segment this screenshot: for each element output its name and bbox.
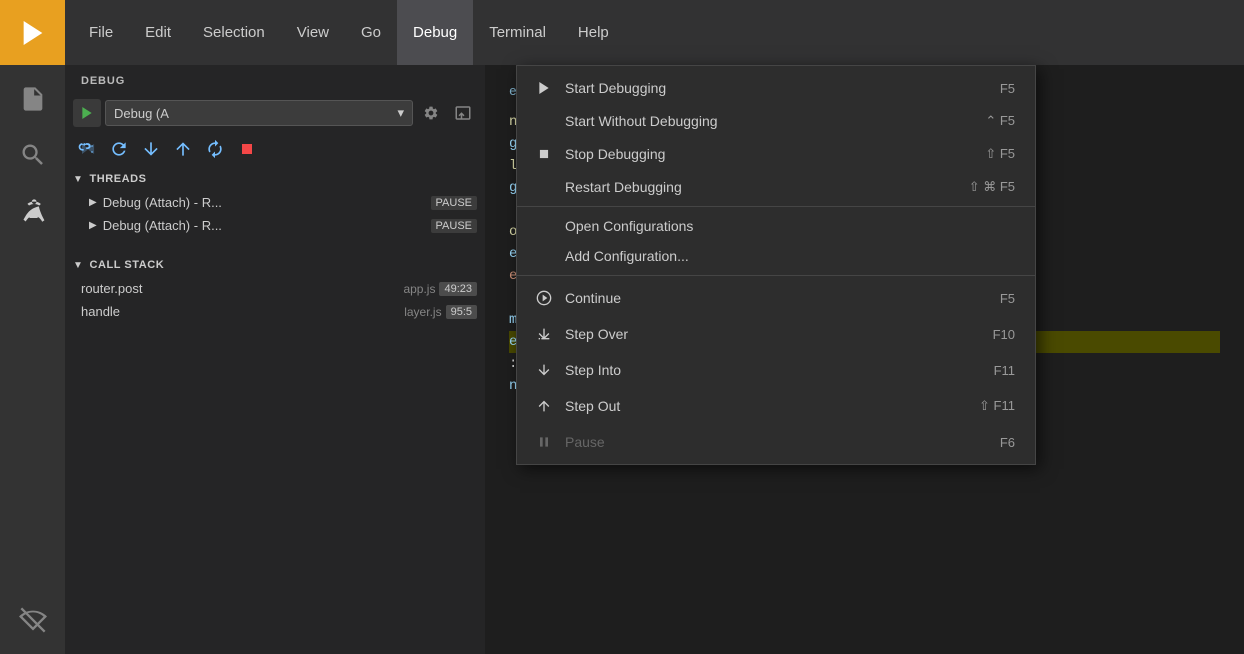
- pause-menu-icon: [533, 431, 555, 453]
- menu-step-out[interactable]: Step Out ⇧ F11: [517, 388, 1035, 424]
- menu-restart-debugging-label: Restart Debugging: [565, 179, 945, 195]
- menu-step-out-shortcut: ⇧ F11: [979, 398, 1015, 414]
- menu-start-without-debugging[interactable]: Start Without Debugging ⌃ F5: [517, 106, 1035, 136]
- menu-open-configurations-label: Open Configurations: [565, 218, 991, 234]
- menu-separator-1: [517, 206, 1035, 207]
- menu-add-configuration-label: Add Configuration...: [565, 248, 991, 264]
- menu-start-debugging-label: Start Debugging: [565, 80, 976, 96]
- menu-pause-label: Pause: [565, 434, 976, 450]
- stop-square-icon: [537, 147, 551, 161]
- step-over-menu-icon: [533, 323, 555, 345]
- menu-pause[interactable]: Pause F6: [517, 424, 1035, 460]
- play-icon: [536, 80, 552, 96]
- menu-step-into-label: Step Into: [565, 362, 970, 378]
- menu-pause-shortcut: F6: [1000, 435, 1015, 450]
- menu-start-debugging-shortcut: F5: [1000, 81, 1015, 96]
- debug-dropdown-menu: Start Debugging F5 Start Without Debuggi…: [516, 65, 1036, 465]
- step-into-down-icon: [536, 362, 552, 378]
- menu-step-over[interactable]: Step Over F10: [517, 316, 1035, 352]
- menu-continue[interactable]: Continue F5: [517, 280, 1035, 316]
- menu-step-into[interactable]: Step Into F11: [517, 352, 1035, 388]
- menu-step-over-shortcut: F10: [993, 327, 1015, 342]
- continue-arrow-icon: [536, 290, 552, 306]
- menu-continue-shortcut: F5: [1000, 291, 1015, 306]
- step-over-arrow-icon: [536, 326, 552, 342]
- menu-restart-debugging[interactable]: Restart Debugging ⇧ ⌘ F5: [517, 172, 1035, 202]
- pause-bars-icon: [536, 434, 552, 450]
- continue-icon: [533, 287, 555, 309]
- menu-stop-debugging-label: Stop Debugging: [565, 146, 961, 162]
- step-out-up-icon: [536, 398, 552, 414]
- menu-add-configuration[interactable]: Add Configuration...: [517, 241, 1035, 271]
- menu-start-without-debugging-shortcut: ⌃ F5: [985, 113, 1015, 129]
- menu-step-over-label: Step Over: [565, 326, 969, 342]
- step-out-menu-icon: [533, 395, 555, 417]
- menu-stop-debugging[interactable]: Stop Debugging ⇧ F5: [517, 136, 1035, 172]
- menu-step-out-label: Step Out: [565, 398, 955, 414]
- menu-separator-2: [517, 275, 1035, 276]
- stop-debugging-icon: [533, 143, 555, 165]
- menu-start-without-debugging-label: Start Without Debugging: [565, 113, 961, 129]
- menu-restart-debugging-shortcut: ⇧ ⌘ F5: [969, 179, 1015, 195]
- dropdown-overlay[interactable]: Start Debugging F5 Start Without Debuggi…: [0, 0, 1244, 654]
- start-debugging-icon: [533, 77, 555, 99]
- menu-start-debugging[interactable]: Start Debugging F5: [517, 70, 1035, 106]
- menu-step-into-shortcut: F11: [994, 363, 1015, 378]
- step-into-menu-icon: [533, 359, 555, 381]
- menu-continue-label: Continue: [565, 290, 976, 306]
- menu-open-configurations[interactable]: Open Configurations: [517, 211, 1035, 241]
- menu-stop-debugging-shortcut: ⇧ F5: [985, 146, 1015, 162]
